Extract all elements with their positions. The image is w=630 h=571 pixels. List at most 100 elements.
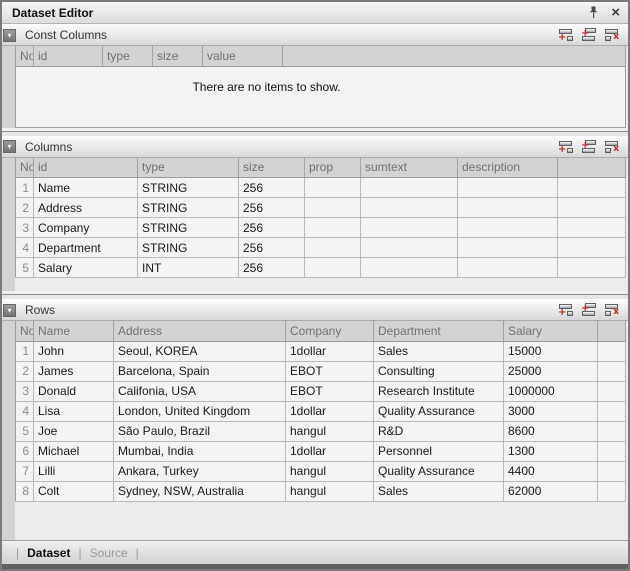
data-cell[interactable]: STRING bbox=[138, 198, 239, 218]
table-row[interactable]: 8ColtSydney, NSW, AustraliahangulSales62… bbox=[16, 481, 626, 501]
data-cell[interactable]: STRING bbox=[138, 218, 239, 238]
data-cell[interactable]: Colt bbox=[34, 481, 114, 501]
data-cell[interactable]: hangul bbox=[286, 461, 374, 481]
column-header[interactable]: size bbox=[239, 158, 305, 178]
collapse-icon[interactable]: ▾ bbox=[3, 140, 16, 153]
insert-row-icon[interactable]: + bbox=[581, 303, 597, 317]
row-number-cell[interactable]: 4 bbox=[16, 238, 34, 258]
data-cell[interactable]: Seoul, KOREA bbox=[114, 341, 286, 361]
data-cell[interactable]: 1dollar bbox=[286, 441, 374, 461]
data-cell[interactable] bbox=[361, 198, 458, 218]
data-cell[interactable]: John bbox=[34, 341, 114, 361]
data-cell[interactable]: Donald bbox=[34, 381, 114, 401]
column-header[interactable]: Salary bbox=[504, 321, 598, 341]
column-header[interactable]: No bbox=[16, 321, 34, 341]
data-cell[interactable]: R&D bbox=[374, 421, 504, 441]
column-header[interactable]: sumtext bbox=[361, 158, 458, 178]
data-cell[interactable]: 15000 bbox=[504, 341, 598, 361]
columns-header[interactable]: ▾ Columns + + x bbox=[2, 136, 628, 158]
data-cell[interactable]: Company bbox=[34, 218, 138, 238]
data-cell[interactable] bbox=[361, 258, 458, 278]
data-cell[interactable]: Lisa bbox=[34, 401, 114, 421]
insert-row-icon[interactable]: + bbox=[581, 140, 597, 154]
table-row[interactable]: 5SalaryINT256 bbox=[16, 258, 626, 278]
data-cell[interactable] bbox=[305, 218, 361, 238]
data-cell[interactable]: Consulting bbox=[374, 361, 504, 381]
data-cell[interactable]: hangul bbox=[286, 421, 374, 441]
data-cell[interactable]: 256 bbox=[239, 178, 305, 198]
data-cell[interactable] bbox=[361, 178, 458, 198]
data-cell[interactable]: Barcelona, Spain bbox=[114, 361, 286, 381]
table-row[interactable]: 6MichaelMumbai, India1dollarPersonnel130… bbox=[16, 441, 626, 461]
data-cell[interactable]: London, United Kingdom bbox=[114, 401, 286, 421]
data-cell[interactable]: 1000000 bbox=[504, 381, 598, 401]
close-icon[interactable]: × bbox=[611, 7, 620, 19]
tab-source[interactable]: Source bbox=[90, 546, 128, 560]
data-cell[interactable] bbox=[305, 178, 361, 198]
column-header[interactable]: Department bbox=[374, 321, 504, 341]
data-cell[interactable]: EBOT bbox=[286, 381, 374, 401]
delete-row-icon[interactable]: x bbox=[604, 140, 620, 154]
data-cell[interactable]: Address bbox=[34, 198, 138, 218]
column-header[interactable]: id bbox=[34, 158, 138, 178]
data-cell[interactable]: Michael bbox=[34, 441, 114, 461]
row-number-cell[interactable]: 2 bbox=[16, 198, 34, 218]
column-header[interactable]: No bbox=[16, 158, 34, 178]
row-number-cell[interactable]: 3 bbox=[16, 381, 34, 401]
data-cell[interactable]: Quality Assurance bbox=[374, 461, 504, 481]
data-cell[interactable]: INT bbox=[138, 258, 239, 278]
row-number-cell[interactable]: 5 bbox=[16, 258, 34, 278]
data-cell[interactable] bbox=[458, 198, 558, 218]
column-header[interactable]: description bbox=[458, 158, 558, 178]
table-row[interactable]: 3CompanySTRING256 bbox=[16, 218, 626, 238]
rows-header[interactable]: ▾ Rows + + x bbox=[2, 299, 628, 321]
data-cell[interactable]: Quality Assurance bbox=[374, 401, 504, 421]
data-cell[interactable]: hangul bbox=[286, 481, 374, 501]
data-cell[interactable]: Lilli bbox=[34, 461, 114, 481]
titlebar[interactable]: Dataset Editor × bbox=[2, 2, 628, 24]
row-number-cell[interactable]: 2 bbox=[16, 361, 34, 381]
data-cell[interactable]: STRING bbox=[138, 178, 239, 198]
column-header[interactable]: type bbox=[103, 46, 153, 66]
row-number-cell[interactable]: 3 bbox=[16, 218, 34, 238]
row-number-cell[interactable]: 7 bbox=[16, 461, 34, 481]
column-header[interactable]: Name bbox=[34, 321, 114, 341]
data-cell[interactable]: Joe bbox=[34, 421, 114, 441]
data-cell[interactable]: 1dollar bbox=[286, 401, 374, 421]
data-cell[interactable] bbox=[305, 258, 361, 278]
data-cell[interactable] bbox=[458, 178, 558, 198]
column-header[interactable]: prop bbox=[305, 158, 361, 178]
add-row-icon[interactable]: + bbox=[558, 28, 574, 42]
table-row[interactable]: 4LisaLondon, United Kingdom1dollarQualit… bbox=[16, 401, 626, 421]
data-cell[interactable] bbox=[458, 238, 558, 258]
column-header[interactable]: No bbox=[16, 46, 34, 66]
data-cell[interactable]: STRING bbox=[138, 238, 239, 258]
data-cell[interactable]: 256 bbox=[239, 198, 305, 218]
column-header[interactable]: size bbox=[153, 46, 203, 66]
const-columns-header[interactable]: ▾ Const Columns + + x bbox=[2, 24, 628, 46]
data-cell[interactable] bbox=[305, 198, 361, 218]
row-number-cell[interactable]: 6 bbox=[16, 441, 34, 461]
data-cell[interactable]: Sydney, NSW, Australia bbox=[114, 481, 286, 501]
row-number-cell[interactable]: 1 bbox=[16, 341, 34, 361]
data-cell[interactable]: Personnel bbox=[374, 441, 504, 461]
data-cell[interactable]: 4400 bbox=[504, 461, 598, 481]
data-cell[interactable]: Salary bbox=[34, 258, 138, 278]
data-cell[interactable]: James bbox=[34, 361, 114, 381]
table-row[interactable]: 2AddressSTRING256 bbox=[16, 198, 626, 218]
column-header[interactable]: Address bbox=[114, 321, 286, 341]
tab-dataset[interactable]: Dataset bbox=[27, 546, 70, 560]
data-cell[interactable] bbox=[458, 218, 558, 238]
data-cell[interactable]: Name bbox=[34, 178, 138, 198]
data-cell[interactable]: 256 bbox=[239, 258, 305, 278]
column-header[interactable]: id bbox=[34, 46, 103, 66]
collapse-icon[interactable]: ▾ bbox=[3, 29, 16, 42]
table-row[interactable]: 3DonaldCalifonia, USAEBOTResearch Instit… bbox=[16, 381, 626, 401]
data-cell[interactable]: São Paulo, Brazil bbox=[114, 421, 286, 441]
table-row[interactable]: 7LilliAnkara, TurkeyhangulQuality Assura… bbox=[16, 461, 626, 481]
delete-row-icon[interactable]: x bbox=[604, 28, 620, 42]
delete-row-icon[interactable]: x bbox=[604, 303, 620, 317]
data-cell[interactable] bbox=[458, 258, 558, 278]
data-cell[interactable]: Sales bbox=[374, 341, 504, 361]
row-number-cell[interactable]: 5 bbox=[16, 421, 34, 441]
